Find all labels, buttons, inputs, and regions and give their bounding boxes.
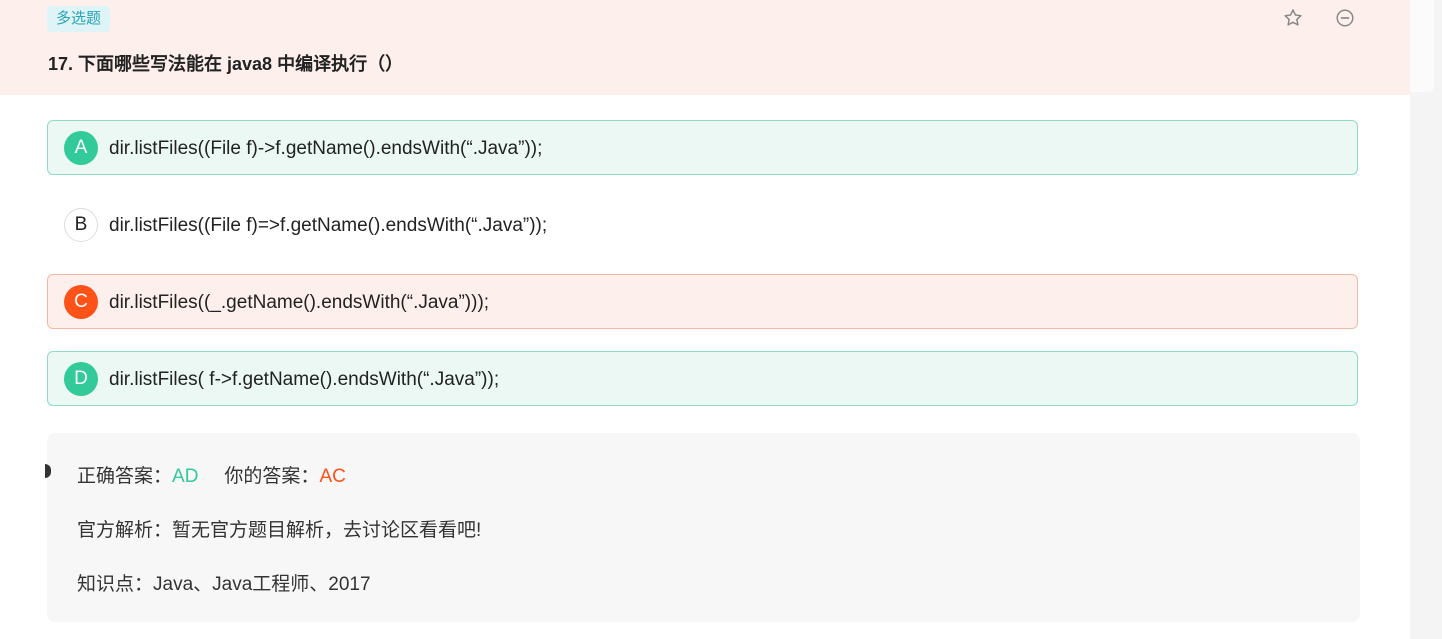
right-scroll-gutter: [1410, 0, 1442, 639]
option-d[interactable]: D dir.listFiles( f->f.getName().endsWith…: [47, 351, 1358, 406]
answer-analysis-panel: 正确答案：AD 你的答案：AC 官方解析：暂无官方题目解析，去讨论区看看吧! 知识…: [45, 433, 1360, 622]
your-answer-label: 你的答案：: [224, 466, 320, 487]
option-letter-badge: C: [64, 285, 98, 319]
official-analysis-text[interactable]: 暂无官方题目解析，去讨论区看看吧!: [172, 520, 481, 541]
option-letter-badge: A: [64, 131, 98, 165]
option-letter-badge: B: [64, 208, 98, 242]
star-outline-icon[interactable]: [1282, 7, 1304, 29]
option-a[interactable]: A dir.listFiles((File f)->f.getName().en…: [47, 120, 1358, 175]
official-analysis-label: 官方解析：: [77, 520, 173, 541]
option-text: dir.listFiles( f->f.getName().endsWith(“…: [109, 369, 500, 390]
bullet-marker: [45, 464, 51, 478]
question-type-tag: 多选题: [47, 6, 111, 32]
answer-line: 正确答案：AD 你的答案：AC: [77, 461, 346, 488]
knowledge-points-label: 知识点：: [77, 574, 154, 595]
question-title: 17. 下面哪些写法能在 java8 中编译执行（）: [48, 54, 404, 74]
option-text: dir.listFiles((_.getName().endsWith(“.Ja…: [109, 292, 490, 313]
option-text: dir.listFiles((File f)=>f.getName().ends…: [109, 215, 548, 236]
minus-circle-icon[interactable]: [1334, 7, 1356, 29]
correct-answer-label: 正确答案：: [77, 466, 173, 487]
knowledge-points-text: Java、Java工程师、2017: [153, 574, 371, 595]
official-analysis-line: 官方解析：暂无官方题目解析，去讨论区看看吧!: [77, 515, 481, 542]
correct-answer-value: AD: [172, 466, 199, 487]
question-header: 多选题 17. 下面哪些写法能在 java8 中编译执行（）: [0, 0, 1410, 95]
option-b[interactable]: B dir.listFiles((File f)=>f.getName().en…: [47, 197, 1358, 252]
option-letter-badge: D: [64, 362, 98, 396]
your-answer-value: AC: [319, 466, 346, 487]
option-c[interactable]: C dir.listFiles((_.getName().endsWith(“.…: [47, 274, 1358, 329]
knowledge-points-line: 知识点：Java、Java工程师、2017: [77, 569, 371, 596]
option-text: dir.listFiles((File f)->f.getName().ends…: [109, 138, 543, 159]
